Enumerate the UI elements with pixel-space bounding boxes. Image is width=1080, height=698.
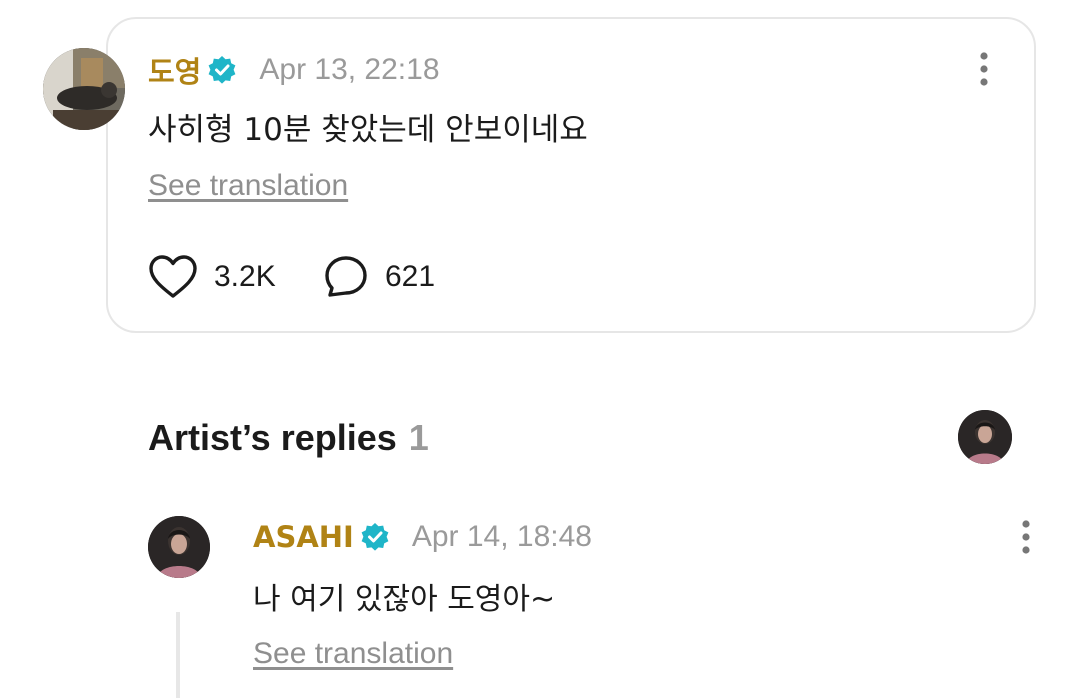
comment-button[interactable]: 621 bbox=[323, 252, 435, 302]
more-vertical-icon[interactable] bbox=[1016, 517, 1036, 557]
post-timestamp: Apr 13, 22:18 bbox=[259, 53, 440, 86]
comment-count: 621 bbox=[385, 260, 436, 293]
like-count: 3.2K bbox=[214, 260, 276, 293]
more-vertical-icon[interactable] bbox=[974, 49, 994, 89]
artist-replies-count: 1 bbox=[408, 417, 429, 458]
reply-author-avatar[interactable] bbox=[148, 516, 210, 578]
reply-author-name[interactable]: ASAHI bbox=[253, 520, 354, 554]
reply-text: 나 여기 있잖아 도영아~ bbox=[253, 582, 556, 617]
artist-replies-title: Artist’s replies bbox=[148, 417, 397, 458]
avatar-photo bbox=[958, 410, 1012, 464]
post-text: 사히형 10분 찾았는데 안보이네요 bbox=[148, 112, 588, 148]
speech-bubble-icon bbox=[325, 256, 367, 297]
reply-timestamp: Apr 14, 18:48 bbox=[411, 520, 592, 553]
post-author-avatar[interactable] bbox=[43, 48, 125, 130]
see-translation-link[interactable]: See translation bbox=[148, 169, 348, 203]
thread-line bbox=[176, 612, 180, 698]
artist-avatar[interactable] bbox=[958, 410, 1012, 464]
like-button[interactable]: 3.2K bbox=[148, 252, 276, 302]
reply-author-row: ASAHI Apr 14, 18:48 bbox=[253, 517, 592, 557]
verified-badge-icon bbox=[207, 55, 237, 85]
avatar-photo bbox=[43, 48, 125, 130]
post-author-name[interactable]: 도영 bbox=[148, 49, 201, 91]
avatar-photo bbox=[148, 516, 210, 578]
heart-outline-icon bbox=[149, 255, 197, 298]
post-author-row: 도영 Apr 13, 22:18 bbox=[148, 50, 440, 90]
artist-replies-header: Artist’s replies 1 bbox=[148, 414, 429, 462]
verified-badge-icon bbox=[360, 522, 390, 552]
see-translation-link[interactable]: See translation bbox=[253, 637, 453, 671]
